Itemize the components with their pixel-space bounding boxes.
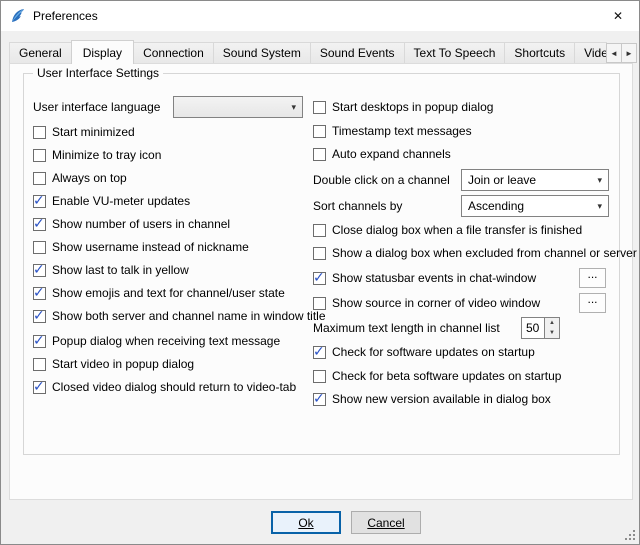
checkbox-statusbar-events[interactable]: Show statusbar events in chat-window bbox=[313, 270, 536, 286]
checkbox-box bbox=[33, 335, 46, 348]
checkbox-closed-video-return[interactable]: Closed video dialog should return to vid… bbox=[33, 379, 296, 395]
checkbox-box bbox=[33, 310, 46, 323]
checkbox-box bbox=[33, 381, 46, 394]
checkbox-check-updates[interactable]: Check for software updates on startup bbox=[313, 344, 535, 360]
chevron-down-icon: ▾ bbox=[597, 201, 602, 212]
checkbox-check-beta-updates[interactable]: Check for beta software updates on start… bbox=[313, 368, 561, 384]
spin-down-icon[interactable]: ▼ bbox=[545, 328, 559, 338]
tab-general[interactable]: General bbox=[9, 42, 72, 63]
title-bar[interactable]: Preferences ✕ bbox=[1, 1, 639, 31]
checkbox-always-on-top[interactable]: Always on top bbox=[33, 170, 127, 186]
checkbox-box bbox=[33, 241, 46, 254]
checkbox-box bbox=[313, 370, 326, 383]
video-source-more-button[interactable]: ... bbox=[579, 293, 606, 313]
statusbar-events-more-button[interactable]: ... bbox=[579, 268, 606, 288]
checkbox-box bbox=[313, 393, 326, 406]
tab-scroll-left-icon[interactable]: ◄ bbox=[606, 43, 622, 63]
checkbox-popup-text-message[interactable]: Popup dialog when receiving text message bbox=[33, 333, 280, 349]
checkbox-vu-meter[interactable]: Enable VU-meter updates bbox=[33, 193, 190, 209]
cancel-button[interactable]: Cancel bbox=[351, 511, 421, 534]
close-icon[interactable]: ✕ bbox=[597, 1, 639, 31]
sort-channels-label: Sort channels by bbox=[313, 198, 402, 214]
tab-scroll-right-icon[interactable]: ► bbox=[621, 43, 637, 63]
ok-button[interactable]: Ok bbox=[271, 511, 341, 534]
chevron-down-icon: ▾ bbox=[597, 175, 602, 186]
window-title: Preferences bbox=[33, 9, 98, 23]
preferences-window: { "window": { "title": "Preferences" }, … bbox=[0, 0, 640, 545]
tab-scroll-buttons: ◄ ► bbox=[607, 43, 637, 63]
checkbox-new-version-dialog[interactable]: Show new version available in dialog box bbox=[313, 391, 551, 407]
checkbox-box bbox=[313, 272, 326, 285]
checkbox-minimize-to-tray[interactable]: Minimize to tray icon bbox=[33, 147, 161, 163]
checkbox-box bbox=[313, 148, 326, 161]
checkbox-box bbox=[33, 172, 46, 185]
language-combobox[interactable]: ▾ bbox=[173, 96, 303, 118]
checkbox-desktops-popup[interactable]: Start desktops in popup dialog bbox=[313, 99, 493, 115]
spinbox-value[interactable]: 50 bbox=[521, 317, 545, 339]
checkbox-box bbox=[33, 195, 46, 208]
checkbox-start-minimized[interactable]: Start minimized bbox=[33, 124, 135, 140]
tab-sound-system[interactable]: Sound System bbox=[213, 42, 311, 63]
checkbox-box bbox=[33, 218, 46, 231]
max-text-length-spinbox[interactable]: 50 ▲ ▼ bbox=[521, 317, 560, 339]
tab-video[interactable]: Video bbox=[574, 42, 607, 63]
checkbox-box bbox=[33, 126, 46, 139]
checkbox-box bbox=[33, 264, 46, 277]
checkbox-box bbox=[313, 125, 326, 138]
max-text-length-label: Maximum text length in channel list bbox=[313, 320, 500, 336]
sort-channels-combobox[interactable]: Ascending ▾ bbox=[461, 195, 609, 217]
tab-shortcuts[interactable]: Shortcuts bbox=[504, 42, 575, 63]
spin-up-icon[interactable]: ▲ bbox=[545, 318, 559, 328]
checkbox-box bbox=[313, 297, 326, 310]
checkbox-timestamp-messages[interactable]: Timestamp text messages bbox=[313, 123, 472, 139]
checkbox-box bbox=[313, 224, 326, 237]
language-label: User interface language bbox=[33, 99, 160, 115]
double-click-combobox[interactable]: Join or leave ▾ bbox=[461, 169, 609, 191]
app-feather-icon bbox=[10, 8, 26, 24]
checkbox-video-source-corner[interactable]: Show source in corner of video window bbox=[313, 295, 540, 311]
group-title: User Interface Settings bbox=[33, 66, 163, 80]
checkbox-last-talk-yellow[interactable]: Show last to talk in yellow bbox=[33, 262, 189, 278]
checkbox-box bbox=[33, 149, 46, 162]
checkbox-emojis-text-state[interactable]: Show emojis and text for channel/user st… bbox=[33, 285, 285, 301]
checkbox-box bbox=[33, 358, 46, 371]
checkbox-show-user-count[interactable]: Show number of users in channel bbox=[33, 216, 230, 232]
double-click-label: Double click on a channel bbox=[313, 172, 450, 188]
tab-text-to-speech[interactable]: Text To Speech bbox=[404, 42, 506, 63]
tab-sound-events[interactable]: Sound Events bbox=[310, 42, 405, 63]
tab-strip: General Display Connection Sound System … bbox=[9, 40, 607, 64]
spinbox-arrows: ▲ ▼ bbox=[545, 317, 560, 339]
checkbox-video-popup[interactable]: Start video in popup dialog bbox=[33, 356, 194, 372]
chevron-down-icon: ▾ bbox=[291, 102, 296, 113]
checkbox-username-instead-nickname[interactable]: Show username instead of nickname bbox=[33, 239, 249, 255]
checkbox-box bbox=[313, 346, 326, 359]
checkbox-box bbox=[313, 101, 326, 114]
checkbox-server-channel-title[interactable]: Show both server and channel name in win… bbox=[33, 308, 326, 324]
checkbox-excluded-dialog[interactable]: Show a dialog box when excluded from cha… bbox=[313, 245, 637, 261]
resize-grip[interactable] bbox=[623, 528, 637, 542]
checkbox-box bbox=[313, 247, 326, 260]
tab-connection[interactable]: Connection bbox=[133, 42, 214, 63]
tab-display[interactable]: Display bbox=[71, 40, 134, 64]
checkbox-box bbox=[33, 287, 46, 300]
checkbox-auto-expand-channels[interactable]: Auto expand channels bbox=[313, 146, 451, 162]
checkbox-close-on-transfer[interactable]: Close dialog box when a file transfer is… bbox=[313, 222, 582, 238]
